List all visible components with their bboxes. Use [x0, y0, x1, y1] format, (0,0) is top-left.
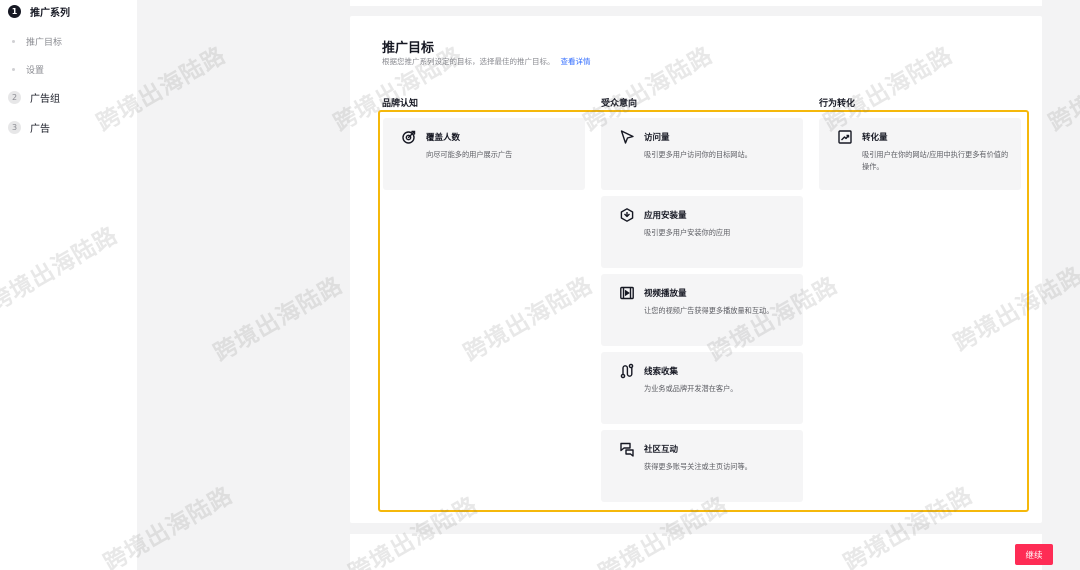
- learn-more-link[interactable]: 查看详情: [561, 57, 591, 66]
- objective-card-video-views[interactable]: 视频播放量 让您的视频广告获得更多播放量和互动。: [601, 274, 803, 346]
- objective-card-community-interaction[interactable]: 社区互动 获得更多账号关注或主页访问等。: [601, 430, 803, 502]
- sidebar-step-label: 推广系列: [30, 8, 70, 19]
- card-description: 吸引更多用户安装你的应用: [644, 228, 731, 237]
- app-cube-icon: [619, 207, 635, 223]
- card-description: 吸引更多用户访问你的目标网站。: [644, 150, 752, 159]
- watermark: 跨境出海陆路: [1044, 42, 1080, 137]
- column-heading-conversion: 行为转化: [819, 99, 856, 109]
- sidebar-step-ad[interactable]: 3 广告: [8, 120, 50, 135]
- footer-bar: [350, 534, 1042, 570]
- cursor-arrow-icon: [619, 129, 635, 145]
- page-title: 推广目标: [382, 41, 435, 56]
- previous-panel-edge: [350, 0, 1042, 6]
- card-title: 视频播放量: [644, 289, 687, 299]
- community-chat-icon: [619, 441, 635, 457]
- objective-card-traffic[interactable]: 访问量 吸引更多用户访问你的目标网站。: [601, 118, 803, 190]
- sidebar-substep-objective[interactable]: 推广目标: [12, 35, 62, 48]
- card-title: 应用安装量: [644, 211, 687, 221]
- step-number: 3: [8, 121, 21, 134]
- watermark: 跨境出海陆路: [209, 272, 348, 367]
- sidebar-step-label: 广告: [30, 124, 50, 135]
- continue-button[interactable]: 继续: [1015, 544, 1053, 565]
- objective-card-conversions[interactable]: 转化量 吸引用户在你的网站/应用中执行更多有价值的操作。: [819, 118, 1021, 190]
- subtitle-text: 根据您推广系列设定的目标，选择最佳的推广目标。: [382, 57, 555, 66]
- card-title: 覆盖人数: [426, 133, 461, 143]
- card-title: 社区互动: [644, 445, 679, 455]
- step-number: 1: [8, 5, 21, 18]
- card-description: 获得更多账号关注或主页访问等。: [644, 462, 752, 471]
- sidebar-step-label: 广告组: [30, 94, 60, 105]
- card-description: 吸引用户在你的网站/应用中执行更多有价值的操作。: [862, 150, 1009, 171]
- card-description: 为业务或品牌开发潜在客户。: [644, 384, 738, 393]
- step-number: 2: [8, 91, 21, 104]
- trend-chart-icon: [837, 129, 853, 145]
- lead-path-icon: [619, 363, 635, 379]
- card-title: 访问量: [644, 133, 670, 143]
- sidebar: 1 推广系列 推广目标 设置 2 广告组 3 广告: [0, 0, 137, 570]
- objective-card-reach[interactable]: 覆盖人数 向尽可能多的用户展示广告: [383, 118, 585, 190]
- sidebar-step-adgroup[interactable]: 2 广告组: [8, 90, 60, 105]
- column-heading-consideration: 受众意向: [601, 99, 638, 109]
- page-subtitle: 根据您推广系列设定的目标，选择最佳的推广目标。 查看详情: [382, 56, 591, 67]
- target-icon: [401, 129, 417, 145]
- sidebar-substep-label: 设置: [26, 66, 45, 76]
- sidebar-substep-settings[interactable]: 设置: [12, 63, 44, 76]
- column-heading-awareness: 品牌认知: [382, 99, 419, 109]
- substep-dot: [12, 40, 15, 43]
- objective-card-app-install[interactable]: 应用安装量 吸引更多用户安装你的应用: [601, 196, 803, 268]
- card-description: 让您的视频广告获得更多播放量和互动。: [644, 306, 774, 315]
- card-title: 转化量: [862, 133, 888, 143]
- card-description: 向尽可能多的用户展示广告: [426, 150, 513, 159]
- sidebar-step-campaign[interactable]: 1 推广系列: [8, 4, 70, 19]
- card-title: 线索收集: [644, 367, 679, 377]
- sidebar-substep-label: 推广目标: [26, 38, 63, 48]
- substep-dot: [12, 68, 15, 71]
- video-film-icon: [619, 285, 635, 301]
- objective-card-lead-generation[interactable]: 线索收集 为业务或品牌开发潜在客户。: [601, 352, 803, 424]
